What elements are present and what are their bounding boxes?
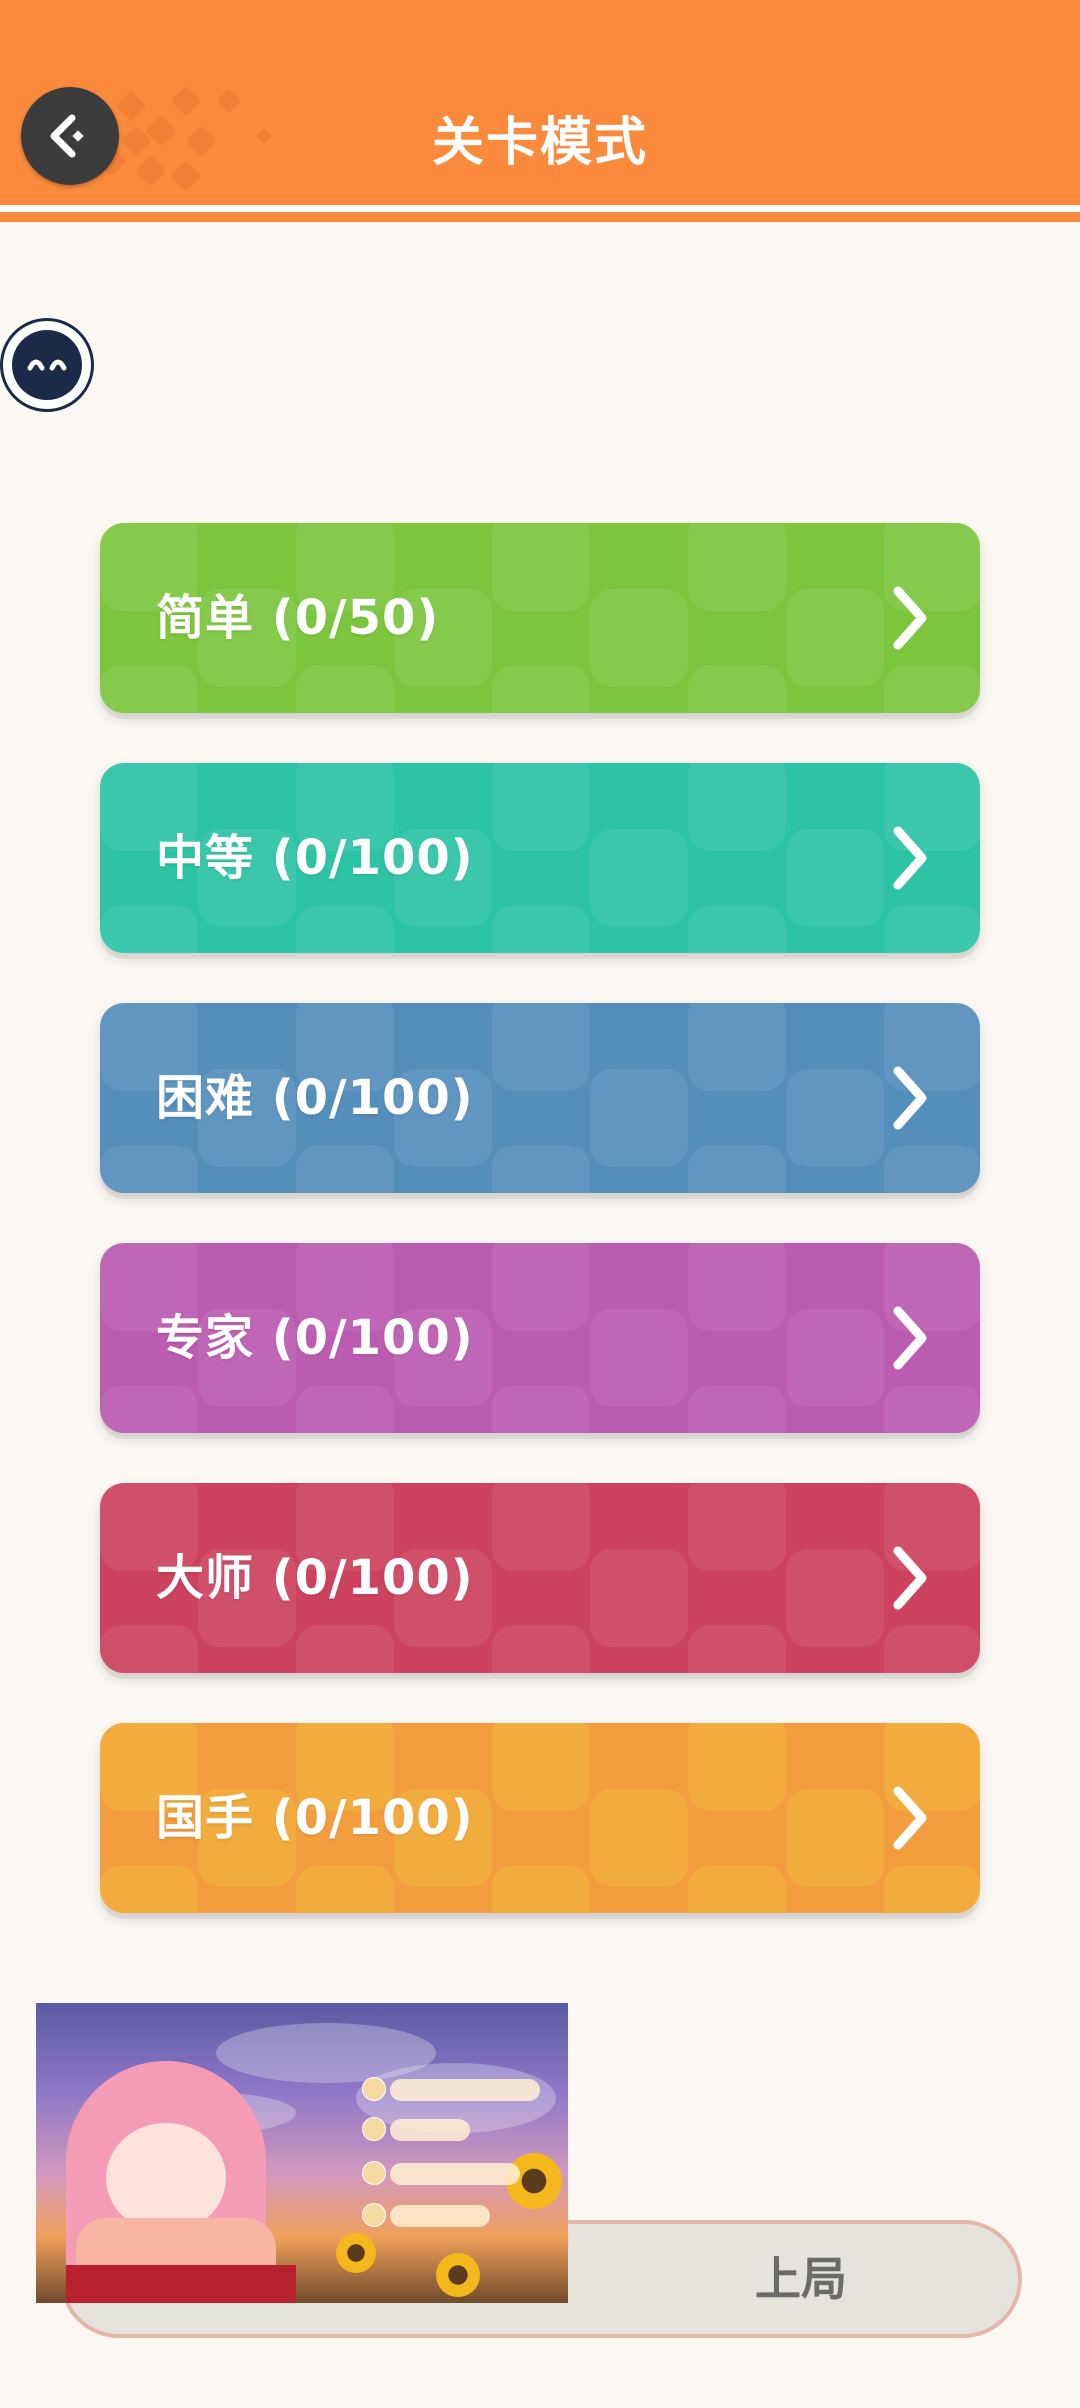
level-master-label: 大师 (0/100) bbox=[156, 1550, 474, 1606]
chat-avatar bbox=[362, 2117, 386, 2141]
level-hard-label: 困难 (0/100) bbox=[156, 1070, 474, 1126]
continue-button-label: 上局 bbox=[755, 2252, 847, 2306]
mascot-face-icon bbox=[12, 330, 82, 400]
chat-bubble bbox=[390, 2119, 470, 2141]
level-easy-button[interactable]: 简单 (0/50) bbox=[100, 523, 980, 713]
chat-avatar bbox=[362, 2077, 386, 2101]
level-medium-button[interactable]: 中等 (0/100) bbox=[100, 763, 980, 953]
chat-bubble bbox=[390, 2163, 520, 2185]
video-character-coat bbox=[66, 2265, 296, 2303]
chat-bubble bbox=[390, 2079, 540, 2101]
level-medium-label: 中等 (0/100) bbox=[156, 830, 474, 886]
mascot-avatar[interactable] bbox=[0, 318, 94, 412]
page-title: 关卡模式 bbox=[431, 113, 648, 173]
level-grandmaster-label: 国手 (0/100) bbox=[156, 1790, 474, 1846]
chevron-right-icon bbox=[893, 1066, 927, 1130]
floating-video-overlay[interactable] bbox=[36, 2003, 568, 2303]
top-bar: 关卡模式 bbox=[0, 0, 1080, 205]
chevron-right-icon bbox=[893, 1546, 927, 1610]
level-easy-label: 简单 (0/50) bbox=[156, 590, 440, 646]
level-grandmaster-button[interactable]: 国手 (0/100) bbox=[100, 1723, 980, 1913]
chevron-right-icon bbox=[893, 826, 927, 890]
level-master-button[interactable]: 大师 (0/100) bbox=[100, 1483, 980, 1673]
chat-avatar bbox=[362, 2203, 386, 2227]
header-divider bbox=[0, 212, 1080, 222]
chevron-right-icon bbox=[893, 1306, 927, 1370]
video-sunflower bbox=[436, 2253, 480, 2297]
video-character-face bbox=[106, 2123, 226, 2233]
chevron-right-icon bbox=[893, 586, 927, 650]
level-expert-button[interactable]: 专家 (0/100) bbox=[100, 1243, 980, 1433]
chat-bubble bbox=[390, 2205, 490, 2227]
chevron-right-icon bbox=[893, 1786, 927, 1850]
level-hard-button[interactable]: 困难 (0/100) bbox=[100, 1003, 980, 1193]
chat-avatar bbox=[362, 2161, 386, 2185]
level-expert-label: 专家 (0/100) bbox=[156, 1310, 474, 1366]
video-sunflower bbox=[336, 2233, 376, 2273]
